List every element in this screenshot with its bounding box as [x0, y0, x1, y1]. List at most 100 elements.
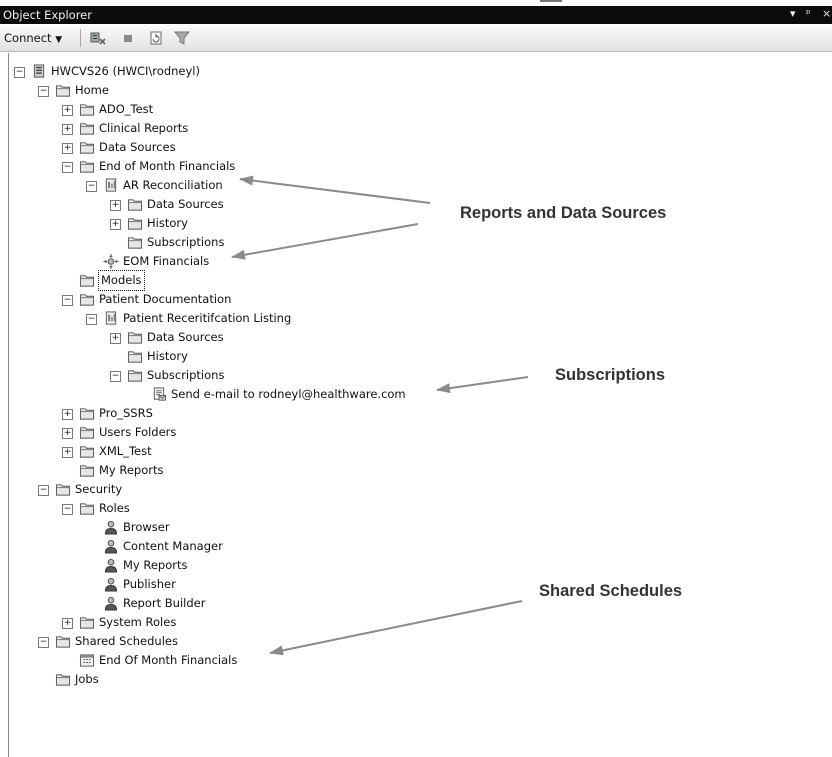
folder-icon — [79, 275, 95, 287]
expand-plus-icon[interactable]: + — [62, 105, 73, 116]
folder-icon — [79, 465, 95, 477]
folder-icon — [55, 85, 71, 97]
folder-icon — [127, 218, 143, 230]
tree-node-label: Data Sources — [147, 197, 224, 211]
folder-icon — [79, 427, 95, 439]
tree-node-label: End Of Month Financials — [99, 653, 238, 667]
folder-icon — [55, 636, 71, 648]
refresh-icon[interactable] — [148, 30, 164, 46]
subscription-icon — [153, 387, 167, 401]
role-icon — [104, 577, 118, 592]
collapse-minus-icon[interactable]: − — [62, 162, 73, 173]
tree-node-label: History — [147, 349, 188, 363]
tree-node-label: Publisher — [123, 577, 176, 591]
expand-plus-icon[interactable]: + — [62, 618, 73, 629]
dropdown-arrow-icon: ▼ — [55, 35, 63, 45]
close-icon[interactable]: × — [822, 7, 831, 20]
tree-node-label: My Reports — [123, 558, 188, 572]
folder-icon — [79, 142, 95, 154]
tree-node-label: My Reports — [99, 463, 164, 477]
tree-node-label: Pro_SSRS — [99, 406, 153, 420]
server-icon — [33, 64, 45, 78]
tree-node-label: Shared Schedules — [75, 634, 178, 648]
tree-node-label: History — [147, 216, 188, 230]
collapse-minus-icon[interactable]: − — [86, 314, 97, 325]
collapse-minus-icon[interactable]: − — [62, 295, 73, 306]
folder-icon — [79, 294, 95, 306]
tree-node-label: Models — [98, 270, 145, 291]
collapse-minus-icon[interactable]: − — [38, 86, 49, 97]
report-icon — [105, 311, 117, 325]
tree-node-label: System Roles — [99, 615, 177, 629]
subscriptions-callout: Subscriptions — [555, 366, 666, 384]
report-icon — [105, 178, 117, 192]
folder-icon — [55, 484, 71, 496]
model-icon — [103, 254, 119, 269]
role-icon — [104, 596, 118, 611]
collapse-minus-icon[interactable]: − — [38, 485, 49, 496]
title-bar: Object Explorer ▾ ᵖ × — [0, 6, 832, 24]
tree-node-label: Security — [75, 482, 123, 496]
tree-node-label: Content Manager — [123, 539, 223, 553]
tree-node-label: Patient Receritifcation Listing — [123, 311, 292, 325]
connect-label: Connect — [4, 31, 52, 45]
expand-plus-icon[interactable]: + — [62, 428, 73, 439]
schedule-icon — [79, 654, 95, 667]
folder-icon — [79, 617, 95, 629]
collapse-minus-icon[interactable]: − — [14, 67, 25, 78]
collapse-minus-icon[interactable]: − — [86, 181, 97, 192]
tree-node-label: Jobs — [75, 672, 99, 686]
folder-icon — [79, 408, 95, 420]
collapse-minus-icon[interactable]: − — [62, 504, 73, 515]
tree-node-label: Subscriptions — [147, 235, 225, 249]
window-title: Object Explorer — [3, 8, 92, 22]
collapse-minus-icon[interactable]: − — [38, 637, 49, 648]
folder-icon — [127, 199, 143, 211]
folder-icon — [79, 123, 95, 135]
reports-and-data-sources-callout: Reports and Data Sources — [460, 204, 667, 222]
tree-node-label: Home — [75, 83, 109, 97]
expand-plus-icon[interactable]: + — [110, 200, 121, 211]
tree-node-label: Subscriptions — [147, 368, 225, 382]
tree-node-label: Browser — [123, 520, 170, 534]
folder-icon — [79, 104, 95, 116]
tree-node-label: Data Sources — [99, 140, 176, 154]
tree-node-label: AR Reconciliation — [123, 178, 223, 192]
window-options-icon[interactable]: ▾ — [790, 7, 796, 20]
stop-icon[interactable] — [120, 30, 136, 46]
folder-icon — [127, 237, 143, 249]
folder-icon — [79, 446, 95, 458]
tree-node-label: Report Builder — [123, 596, 206, 610]
folder-icon — [79, 503, 95, 515]
toolbar-separator — [80, 29, 81, 47]
connect-object-explorer-icon[interactable] — [90, 30, 106, 46]
expand-plus-icon[interactable]: + — [62, 447, 73, 458]
expand-plus-icon[interactable]: + — [62, 124, 73, 135]
tree-node-label: XML_Test — [99, 444, 152, 458]
folder-icon — [127, 351, 143, 363]
expand-plus-icon[interactable]: + — [110, 219, 121, 230]
tree-node-label: Clinical Reports — [99, 121, 189, 135]
folder-icon — [79, 161, 95, 173]
tree-node-label: Patient Documentation — [99, 292, 232, 306]
shared-schedules-callout: Shared Schedules — [539, 582, 683, 600]
role-icon — [104, 558, 118, 573]
folder-icon — [127, 370, 143, 382]
tree-node-label: End of Month Financials — [99, 159, 236, 173]
folder-icon — [55, 674, 71, 686]
expand-plus-icon[interactable]: + — [110, 333, 121, 344]
tree-node-label: Data Sources — [147, 330, 224, 344]
role-icon — [104, 539, 118, 554]
tree-node-label: Users Folders — [99, 425, 177, 439]
expand-plus-icon[interactable]: + — [62, 409, 73, 420]
expand-plus-icon[interactable]: + — [62, 143, 73, 154]
role-icon — [104, 520, 118, 535]
connect-button[interactable]: Connect ▼ — [4, 31, 62, 45]
collapse-minus-icon[interactable]: − — [110, 371, 121, 382]
tree-node-label: HWCVS26 (HWCI\rodneyl) — [51, 64, 200, 78]
tree-node-label: Send e-mail to rodneyl@healthware.com — [171, 387, 406, 401]
object-explorer-tree[interactable]: − HWCVS26 (HWCI\rodneyl) − Home + ADO_Test + Cl… — [8, 53, 832, 757]
pin-icon[interactable]: ᵖ — [806, 7, 811, 20]
tree-node-label: ADO_Test — [99, 102, 154, 116]
filter-icon[interactable] — [174, 30, 190, 46]
